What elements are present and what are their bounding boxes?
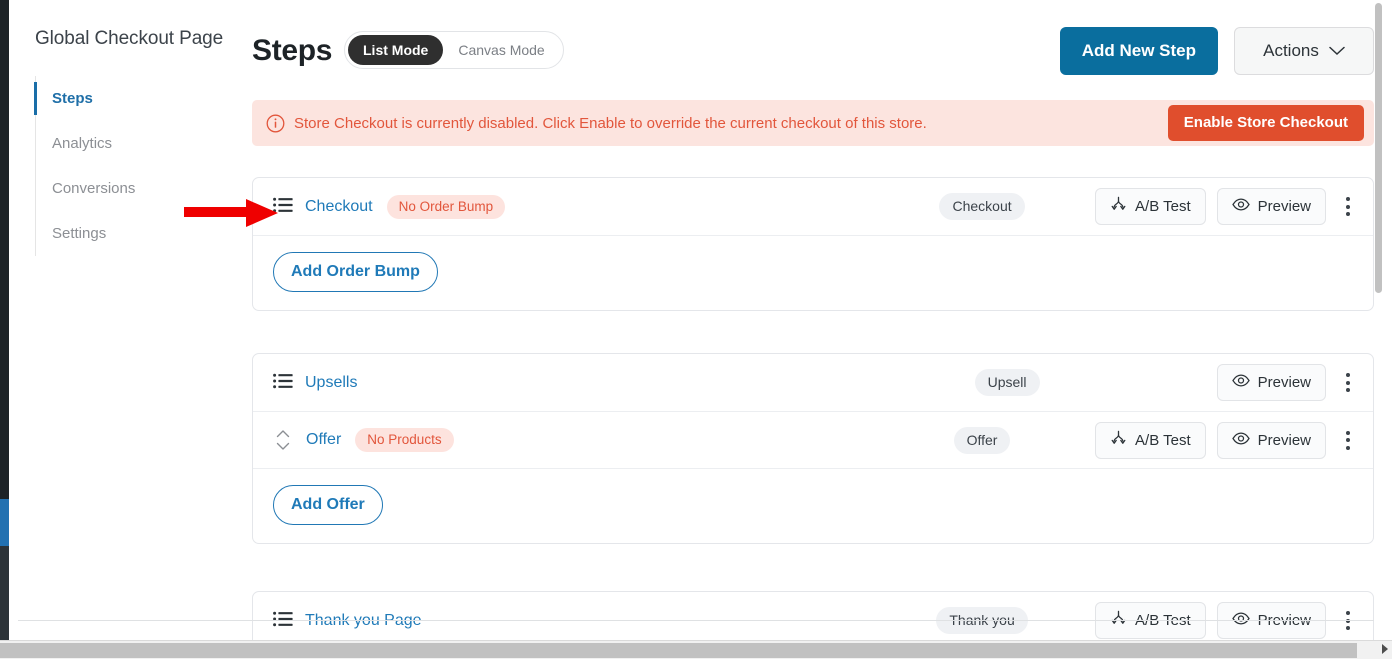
ab-test-label: A/B Test (1135, 198, 1191, 215)
status-badge: No Products (355, 428, 454, 452)
scroll-right-arrow-icon[interactable] (1382, 644, 1388, 654)
page-title: Global Checkout Page (35, 28, 224, 49)
tab-list-mode[interactable]: List Mode (348, 35, 444, 65)
info-circle-icon (266, 114, 285, 133)
chevron-down-icon (1329, 41, 1345, 61)
more-vertical-icon[interactable] (1337, 368, 1359, 398)
horizontal-scrollbar[interactable] (0, 640, 1392, 659)
page-bottom-divider (18, 620, 1383, 621)
vertical-scrollbar-thumb[interactable] (1375, 3, 1382, 293)
status-badge: No Order Bump (386, 194, 506, 219)
eye-icon (1231, 198, 1250, 215)
wp-admin-sidebar-lower-group (0, 546, 9, 640)
preview-label: Preview (1257, 374, 1311, 391)
steps-heading: Steps (252, 34, 333, 67)
table-row[interactable]: Checkout No Order Bump Checkout A/B Test… (253, 178, 1373, 235)
tab-canvas-mode[interactable]: Canvas Mode (443, 35, 559, 65)
notice-message: Store Checkout is currently disabled. Cl… (294, 114, 927, 132)
sidebar-item-settings[interactable]: Settings (36, 211, 235, 256)
sidebar-item-label: Conversions (52, 180, 136, 197)
step-name-link[interactable]: Upsells (305, 374, 357, 392)
eye-icon (1231, 431, 1250, 449)
add-offer-label: Add Offer (291, 496, 365, 513)
sidebar-nav: Steps Analytics Conversions Settings (34, 76, 235, 256)
preview-label: Preview (1257, 431, 1311, 449)
eye-icon (1231, 374, 1250, 391)
preview-button[interactable]: Preview (1216, 421, 1326, 459)
sidebar-item-analytics[interactable]: Analytics (36, 121, 235, 166)
store-checkout-disabled-notice: Store Checkout is currently disabled. Cl… (252, 100, 1374, 146)
step-type-slot: Offer (877, 426, 1087, 454)
step-name-link[interactable]: Offer (306, 431, 341, 449)
horizontal-scrollbar-thumb[interactable] (0, 643, 1357, 658)
split-arrows-icon (1110, 196, 1127, 217)
table-row[interactable]: Upsells Upsell A/B Test (253, 354, 1373, 411)
table-row[interactable]: Offer No Products Offer A/B Test Preview (253, 411, 1373, 468)
row-actions: A/B Test Preview (1095, 188, 1359, 225)
card-footer: Add Order Bump (253, 235, 1373, 310)
screenshot-root: Global Checkout Page Steps Analytics Con… (0, 0, 1392, 659)
wp-admin-sidebar-active-item[interactable] (0, 499, 9, 546)
step-card-upsells: Upsells Upsell A/B Test (252, 353, 1374, 544)
sidebar: Global Checkout Page Steps Analytics Con… (9, 0, 243, 640)
sidebar-item-label: Steps (52, 90, 93, 107)
step-type-slot: Checkout (877, 193, 1087, 220)
step-type-badge: Upsell (974, 369, 1040, 396)
sidebar-item-label: Settings (52, 225, 107, 242)
main-content: Steps List Mode Canvas Mode Add New Step… (243, 0, 1383, 640)
card-footer: Add Offer (253, 468, 1373, 543)
sidebar-item-label: Analytics (52, 135, 113, 152)
row-actions: A/B Test Preview (1120, 364, 1359, 401)
table-row[interactable]: Thank you Page Thank you A/B Test Previe… (253, 592, 1373, 640)
add-new-step-label: Add New Step (1081, 41, 1196, 60)
actions-label: Actions (1263, 41, 1319, 60)
more-vertical-icon[interactable] (1337, 192, 1359, 222)
list-lines-icon[interactable] (273, 373, 293, 393)
step-type-slot: Upsell (902, 369, 1112, 396)
more-vertical-icon[interactable] (1337, 425, 1359, 455)
split-arrows-icon (1110, 430, 1127, 451)
add-new-step-button[interactable]: Add New Step (1059, 27, 1218, 75)
step-type-badge: Checkout (939, 193, 1025, 220)
header-bar: Steps List Mode Canvas Mode Add New Step… (252, 24, 1374, 78)
row-actions: A/B Test Preview (1095, 421, 1359, 459)
step-type-badge: Offer (953, 426, 1011, 454)
sidebar-item-steps[interactable]: Steps (34, 76, 235, 121)
view-mode-toggle[interactable]: List Mode Canvas Mode (344, 31, 564, 69)
step-name-link[interactable]: Checkout (305, 198, 373, 216)
ab-test-button[interactable]: A/B Test (1095, 421, 1206, 459)
preview-button[interactable]: Preview (1216, 364, 1326, 401)
add-order-bump-button[interactable]: Add Order Bump (273, 252, 438, 292)
enable-store-checkout-label: Enable Store Checkout (1183, 114, 1348, 131)
enable-store-checkout-button[interactable]: Enable Store Checkout (1167, 105, 1364, 141)
sidebar-item-conversions[interactable]: Conversions (36, 166, 235, 211)
tab-canvas-mode-label: Canvas Mode (458, 42, 545, 58)
list-lines-icon[interactable] (273, 197, 293, 217)
add-order-bump-label: Add Order Bump (291, 263, 420, 280)
ab-test-label: A/B Test (1135, 431, 1191, 449)
add-offer-button[interactable]: Add Offer (273, 485, 383, 525)
chevron-up-down-icon[interactable] (274, 425, 292, 455)
vertical-scrollbar[interactable] (1374, 0, 1383, 640)
preview-label: Preview (1257, 198, 1311, 215)
actions-dropdown-button[interactable]: Actions (1234, 27, 1374, 75)
plugin-page: Global Checkout Page Steps Analytics Con… (9, 0, 1383, 640)
preview-button[interactable]: Preview (1216, 188, 1326, 225)
step-card-thank-you: Thank you Page Thank you A/B Test Previe… (252, 591, 1374, 640)
step-card-checkout: Checkout No Order Bump Checkout A/B Test… (252, 177, 1374, 311)
ab-test-button[interactable]: A/B Test (1095, 188, 1206, 225)
tab-list-mode-label: List Mode (363, 42, 429, 58)
